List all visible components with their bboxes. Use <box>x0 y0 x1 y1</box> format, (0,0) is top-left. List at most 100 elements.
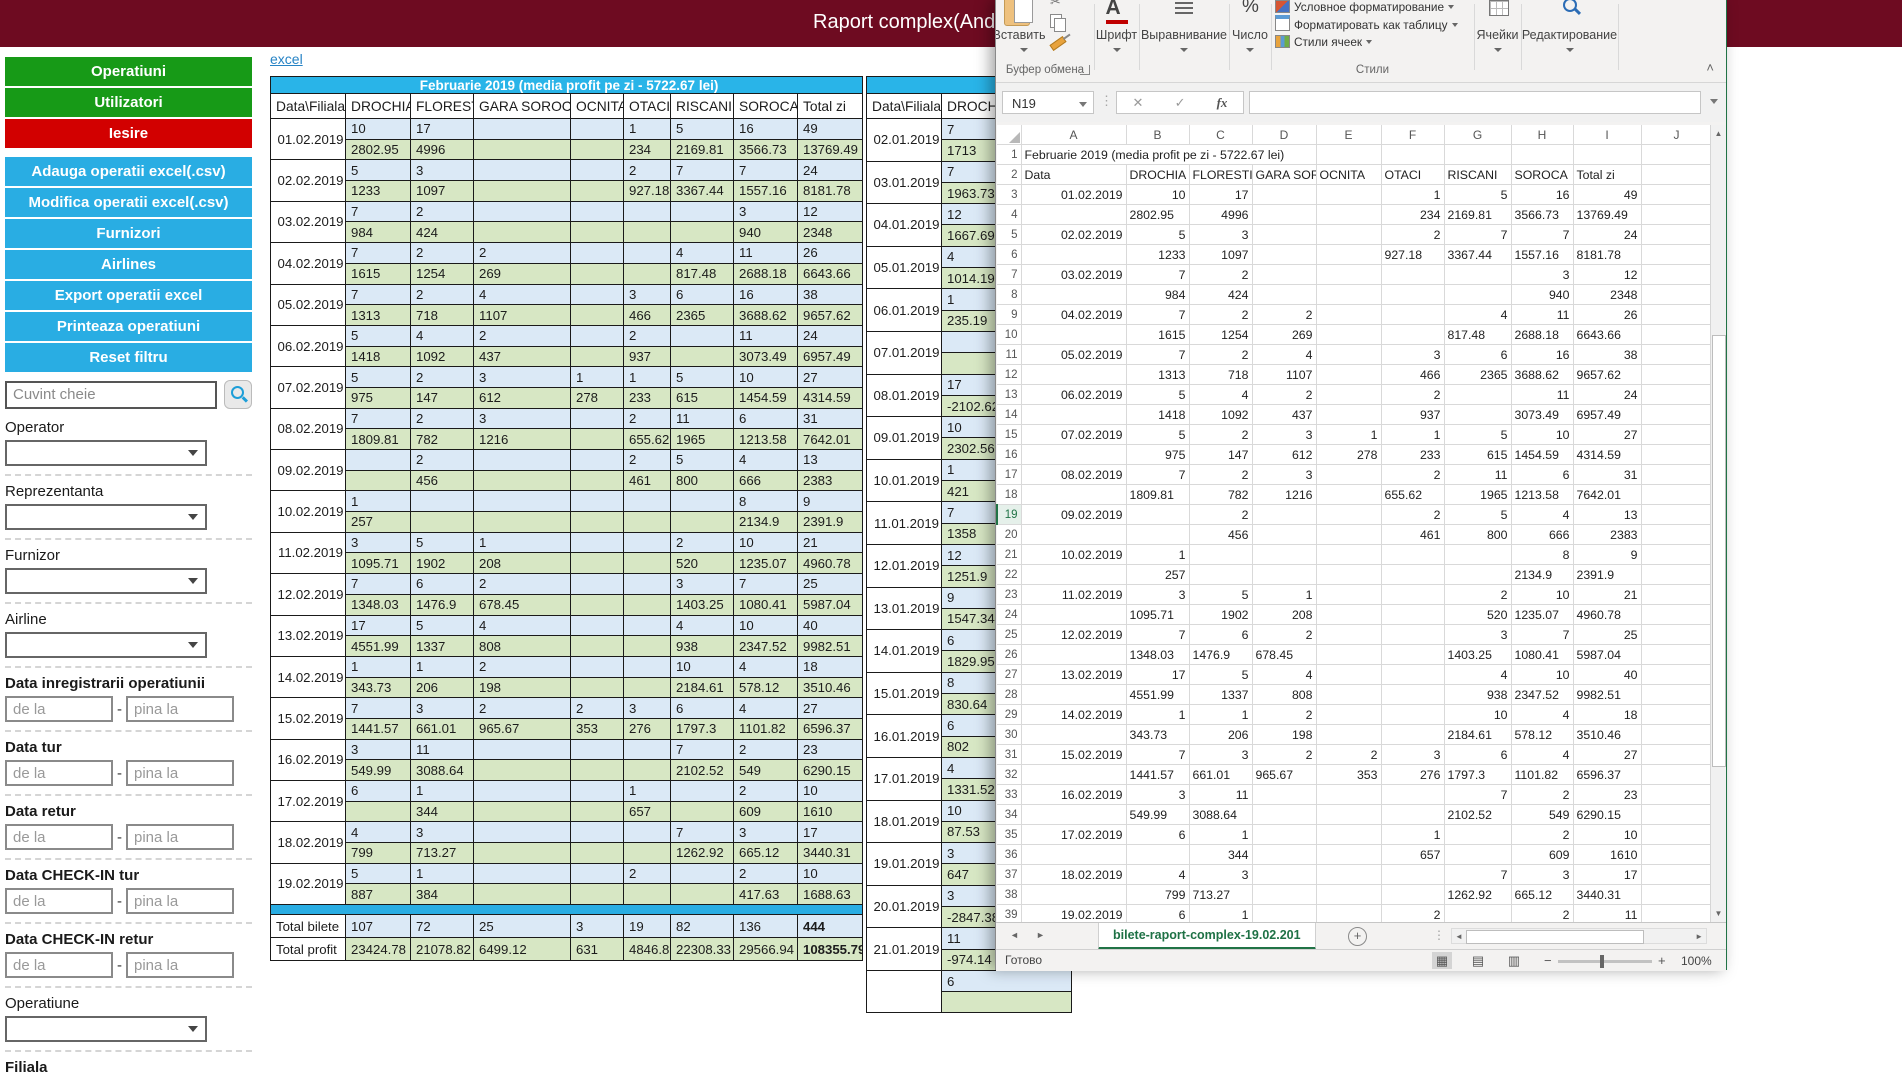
cell-H29[interactable]: 4 <box>1511 705 1573 725</box>
cell-D36[interactable] <box>1252 845 1316 865</box>
cell-F14[interactable]: 937 <box>1381 405 1444 425</box>
row-header-30[interactable]: 30 <box>997 725 1021 745</box>
cell-A20[interactable] <box>1021 525 1126 545</box>
cell-J22[interactable] <box>1641 565 1712 585</box>
cell-B5[interactable]: 5 <box>1126 225 1189 245</box>
cell-J16[interactable] <box>1641 445 1712 465</box>
row-header-10[interactable]: 10 <box>997 325 1021 345</box>
cell-D8[interactable] <box>1252 285 1316 305</box>
insert-function-icon[interactable]: fx <box>1217 95 1228 111</box>
cell-A38[interactable] <box>1021 885 1126 905</box>
vertical-scroll-thumb[interactable] <box>1712 335 1726 767</box>
cell-C37[interactable]: 3 <box>1189 865 1252 885</box>
cell-G29[interactable]: 10 <box>1444 705 1511 725</box>
cell-G26[interactable]: 1403.25 <box>1444 645 1511 665</box>
cell-G36[interactable] <box>1444 845 1511 865</box>
cell-C2[interactable]: FLORESTI <box>1189 165 1252 185</box>
cell-C27[interactable]: 5 <box>1189 665 1252 685</box>
editing-group[interactable]: Редактирование <box>1521 0 1618 82</box>
select-furnizor[interactable] <box>5 568 207 594</box>
cell-G9[interactable]: 4 <box>1444 305 1511 325</box>
cell-F15[interactable]: 1 <box>1381 425 1444 445</box>
sidebar-action-export-operatii-excel[interactable]: Export operatii excel <box>5 281 252 310</box>
cell-H31[interactable]: 4 <box>1511 745 1573 765</box>
cell-D34[interactable] <box>1252 805 1316 825</box>
cell-B14[interactable]: 1418 <box>1126 405 1189 425</box>
cell-A28[interactable] <box>1021 685 1126 705</box>
cell-F27[interactable] <box>1381 665 1444 685</box>
cell-H8[interactable]: 940 <box>1511 285 1573 305</box>
row-header-24[interactable]: 24 <box>997 605 1021 625</box>
cell-C6[interactable]: 1097 <box>1189 245 1252 265</box>
row-header-31[interactable]: 31 <box>997 745 1021 765</box>
cell-G27[interactable]: 4 <box>1444 665 1511 685</box>
column-header-H[interactable]: H <box>1511 125 1573 145</box>
date-from-data-inregistrarii-operatiunii[interactable] <box>5 696 113 722</box>
cell-I10[interactable]: 6643.66 <box>1573 325 1641 345</box>
cell-F20[interactable]: 461 <box>1381 525 1444 545</box>
cell-I27[interactable]: 40 <box>1573 665 1641 685</box>
formula-input[interactable] <box>1249 91 1701 114</box>
cell-A17[interactable]: 08.02.2019 <box>1021 465 1126 485</box>
cell-I22[interactable]: 2391.9 <box>1573 565 1641 585</box>
cell-I29[interactable]: 18 <box>1573 705 1641 725</box>
cell-B17[interactable]: 7 <box>1126 465 1189 485</box>
cell-B6[interactable]: 1233 <box>1126 245 1189 265</box>
cell-D12[interactable]: 1107 <box>1252 365 1316 385</box>
cell-J20[interactable] <box>1641 525 1712 545</box>
cell-F28[interactable] <box>1381 685 1444 705</box>
cell-E36[interactable] <box>1316 845 1381 865</box>
row-header-33[interactable]: 33 <box>997 785 1021 805</box>
cell-I16[interactable]: 4314.59 <box>1573 445 1641 465</box>
cell-J28[interactable] <box>1641 685 1712 705</box>
select-operatiune[interactable] <box>5 1016 207 1042</box>
row-header-18[interactable]: 18 <box>997 485 1021 505</box>
sheet-tab[interactable]: bilete-raport-complex-19.02.201 <box>1098 923 1316 950</box>
cell-B37[interactable]: 4 <box>1126 865 1189 885</box>
cell-E29[interactable] <box>1316 705 1381 725</box>
cell-I6[interactable]: 8181.78 <box>1573 245 1641 265</box>
cell-A14[interactable] <box>1021 405 1126 425</box>
font-group[interactable]: А Шрифт <box>1094 0 1139 82</box>
format-as-table-button[interactable]: Форматировать как таблицу <box>1275 15 1458 31</box>
cell-I2[interactable]: Total zi <box>1573 165 1641 185</box>
cell-D16[interactable]: 612 <box>1252 445 1316 465</box>
cell-E4[interactable] <box>1316 205 1381 225</box>
cell-B9[interactable]: 7 <box>1126 305 1189 325</box>
cell-C20[interactable]: 456 <box>1189 525 1252 545</box>
vertical-scrollbar[interactable]: ▲ ▼ <box>1710 125 1726 922</box>
cell-F3[interactable]: 1 <box>1381 185 1444 205</box>
column-header-F[interactable]: F <box>1381 125 1444 145</box>
cell-F5[interactable]: 2 <box>1381 225 1444 245</box>
cell-D3[interactable] <box>1252 185 1316 205</box>
cell-E19[interactable] <box>1316 505 1381 525</box>
cell-G17[interactable]: 11 <box>1444 465 1511 485</box>
cell-B35[interactable]: 6 <box>1126 825 1189 845</box>
row-header-13[interactable]: 13 <box>997 385 1021 405</box>
row-header-5[interactable]: 5 <box>997 225 1021 245</box>
cell-I37[interactable]: 17 <box>1573 865 1641 885</box>
cell-A19[interactable]: 09.02.2019 <box>1021 505 1126 525</box>
cell-H9[interactable]: 11 <box>1511 305 1573 325</box>
select-operator[interactable] <box>5 440 207 466</box>
cell-F12[interactable]: 466 <box>1381 365 1444 385</box>
zoom-in-icon[interactable]: + <box>1658 953 1666 968</box>
cell-D27[interactable]: 4 <box>1252 665 1316 685</box>
collapse-ribbon-icon[interactable]: ˄ <box>1706 60 1714 75</box>
cell-D2[interactable]: GARA SOROCA <box>1252 165 1316 185</box>
cell-J29[interactable] <box>1641 705 1712 725</box>
cell-D11[interactable]: 4 <box>1252 345 1316 365</box>
cell-F32[interactable]: 276 <box>1381 765 1444 785</box>
cell-B31[interactable]: 7 <box>1126 745 1189 765</box>
date-to-data-tur[interactable] <box>126 760 234 786</box>
cell-F1[interactable] <box>1381 145 1444 165</box>
cell-D37[interactable] <box>1252 865 1316 885</box>
cell-C13[interactable]: 4 <box>1189 385 1252 405</box>
search-button[interactable] <box>224 380 252 409</box>
cell-I31[interactable]: 27 <box>1573 745 1641 765</box>
cell-C22[interactable] <box>1189 565 1252 585</box>
cell-G31[interactable]: 6 <box>1444 745 1511 765</box>
cell-I35[interactable]: 10 <box>1573 825 1641 845</box>
cell-C14[interactable]: 1092 <box>1189 405 1252 425</box>
cell-I23[interactable]: 21 <box>1573 585 1641 605</box>
